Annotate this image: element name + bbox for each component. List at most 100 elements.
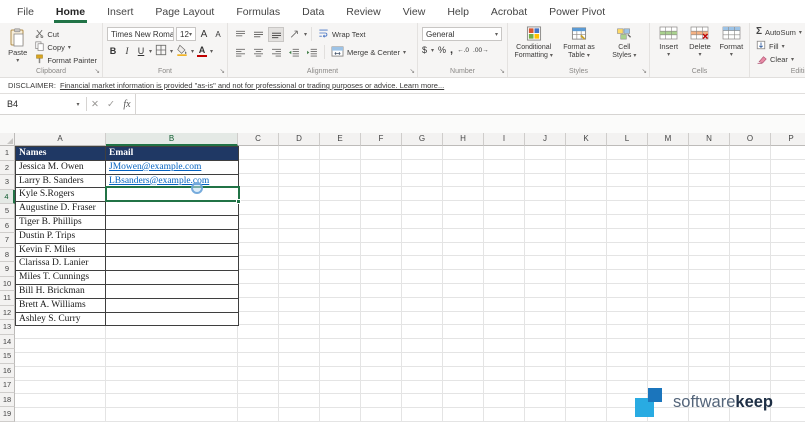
grid-cell-B18[interactable] (106, 381, 238, 395)
grid-cell-D2[interactable] (279, 160, 320, 174)
grid-cell-C7[interactable] (238, 229, 279, 243)
format-cells-button[interactable]: Format ▾ (717, 26, 746, 66)
grid-cell-P19[interactable] (771, 394, 805, 408)
number-dialog-launcher[interactable]: ↘ (500, 68, 505, 76)
grid-cell-G8[interactable] (402, 243, 443, 257)
fill-color-button[interactable] (175, 44, 189, 58)
grid-cell-N16[interactable] (689, 353, 730, 367)
cancel-icon[interactable]: ✕ (87, 99, 103, 110)
grid-cell-B19[interactable] (106, 394, 238, 408)
row-header-18[interactable]: 18 (0, 393, 15, 408)
font-name-combo[interactable]: Times New Roman ▾ (107, 27, 174, 41)
grid-cell-K6[interactable] (566, 215, 607, 229)
grid-cell-H1[interactable] (443, 146, 484, 160)
grid-cell-I11[interactable] (484, 284, 525, 298)
grid-cell-E15[interactable] (320, 339, 361, 353)
name-cell-A5[interactable]: Augustine D. Fraser (15, 202, 106, 216)
row-header-13[interactable]: 13 (0, 320, 15, 335)
grid-cell-P1[interactable] (771, 146, 805, 160)
borders-dropdown-arrow[interactable]: ▾ (170, 48, 173, 55)
column-header-O[interactable]: O (730, 133, 771, 146)
grid-cell-H10[interactable] (443, 270, 484, 284)
grid-cell-M1[interactable] (648, 146, 689, 160)
grid-cell-P11[interactable] (771, 284, 805, 298)
grid-cell-N7[interactable] (689, 229, 730, 243)
email-link-B2[interactable]: JMowen@example.com (109, 162, 201, 172)
grid-cell-L16[interactable] (607, 353, 648, 367)
grid-cell-E8[interactable] (320, 243, 361, 257)
grid-cell-J18[interactable] (525, 381, 566, 395)
accounting-format-button[interactable]: $ (422, 45, 427, 55)
grid-cell-G20[interactable] (402, 408, 443, 422)
grid-cell-J7[interactable] (525, 229, 566, 243)
grid-cell-N4[interactable] (689, 187, 730, 201)
grid-cell-H18[interactable] (443, 381, 484, 395)
grid-cell-M10[interactable] (648, 270, 689, 284)
grid-cell-L14[interactable] (607, 325, 648, 339)
grid-cell-I1[interactable] (484, 146, 525, 160)
grid-cell-K5[interactable] (566, 201, 607, 215)
grid-cell-L1[interactable] (607, 146, 648, 160)
align-top-button[interactable] (232, 27, 248, 42)
grid-cell-D9[interactable] (279, 256, 320, 270)
row-header-19[interactable]: 19 (0, 407, 15, 422)
format-dropdown-arrow[interactable]: ▾ (730, 51, 733, 59)
grid-cell-C20[interactable] (238, 408, 279, 422)
grid-cell-O10[interactable] (730, 270, 771, 284)
grid-cell-H9[interactable] (443, 256, 484, 270)
grid-cell-L12[interactable] (607, 298, 648, 312)
grid-cell-C6[interactable] (238, 215, 279, 229)
grid-cell-K16[interactable] (566, 353, 607, 367)
grid-cell-P2[interactable] (771, 160, 805, 174)
tab-home[interactable]: Home (45, 0, 96, 23)
grid-cell-G11[interactable] (402, 284, 443, 298)
row-header-4[interactable]: 4 (0, 190, 15, 205)
grid-cell-I6[interactable] (484, 215, 525, 229)
grid-cell-G12[interactable] (402, 298, 443, 312)
grid-cell-H16[interactable] (443, 353, 484, 367)
grid-cell-H15[interactable] (443, 339, 484, 353)
email-cell-B9[interactable] (106, 257, 239, 271)
align-center-button[interactable] (250, 45, 266, 60)
grid-cell-M15[interactable] (648, 339, 689, 353)
autosum-button[interactable]: Σ AutoSum ▾ (754, 26, 804, 39)
grid-cell-A19[interactable] (15, 394, 106, 408)
grid-cell-N8[interactable] (689, 243, 730, 257)
grid-cell-O7[interactable] (730, 229, 771, 243)
insert-dropdown-arrow[interactable]: ▾ (667, 51, 670, 59)
grid-cell-I14[interactable] (484, 325, 525, 339)
grid-cell-J3[interactable] (525, 174, 566, 188)
grid-cell-E20[interactable] (320, 408, 361, 422)
grid-cell-K18[interactable] (566, 381, 607, 395)
grid-cell-E13[interactable] (320, 312, 361, 326)
grid-cell-K2[interactable] (566, 160, 607, 174)
grid-cell-F17[interactable] (361, 367, 402, 381)
grid-cell-K15[interactable] (566, 339, 607, 353)
grid-cell-O13[interactable] (730, 312, 771, 326)
grid-cell-E6[interactable] (320, 215, 361, 229)
grid-cell-G19[interactable] (402, 394, 443, 408)
grid-cell-O17[interactable] (730, 367, 771, 381)
grid-cell-F2[interactable] (361, 160, 402, 174)
grid-cell-P5[interactable] (771, 201, 805, 215)
grid-cell-P6[interactable] (771, 215, 805, 229)
grid-cell-E14[interactable] (320, 325, 361, 339)
grid-cell-C9[interactable] (238, 256, 279, 270)
insert-function-icon[interactable]: fx (119, 99, 135, 110)
grid-cell-C16[interactable] (238, 353, 279, 367)
grid-cell-E7[interactable] (320, 229, 361, 243)
grid-cell-F16[interactable] (361, 353, 402, 367)
grid-cell-C12[interactable] (238, 298, 279, 312)
tab-page-layout[interactable]: Page Layout (144, 0, 225, 23)
grid-cell-O16[interactable] (730, 353, 771, 367)
disclaimer-link[interactable]: Financial market information is provided… (60, 81, 444, 90)
grid-cell-J16[interactable] (525, 353, 566, 367)
tab-view[interactable]: View (392, 0, 437, 23)
grid-cell-P10[interactable] (771, 270, 805, 284)
name-cell-A3[interactable]: Larry B. Sanders (15, 175, 106, 189)
name-cell-A7[interactable]: Dustin P. Trips (15, 230, 106, 244)
grid-cell-E11[interactable] (320, 284, 361, 298)
name-cell-A4[interactable]: Kyle S.Rogers (15, 188, 106, 202)
grid-cell-C8[interactable] (238, 243, 279, 257)
insert-cells-button[interactable]: Insert ▾ (654, 26, 683, 66)
